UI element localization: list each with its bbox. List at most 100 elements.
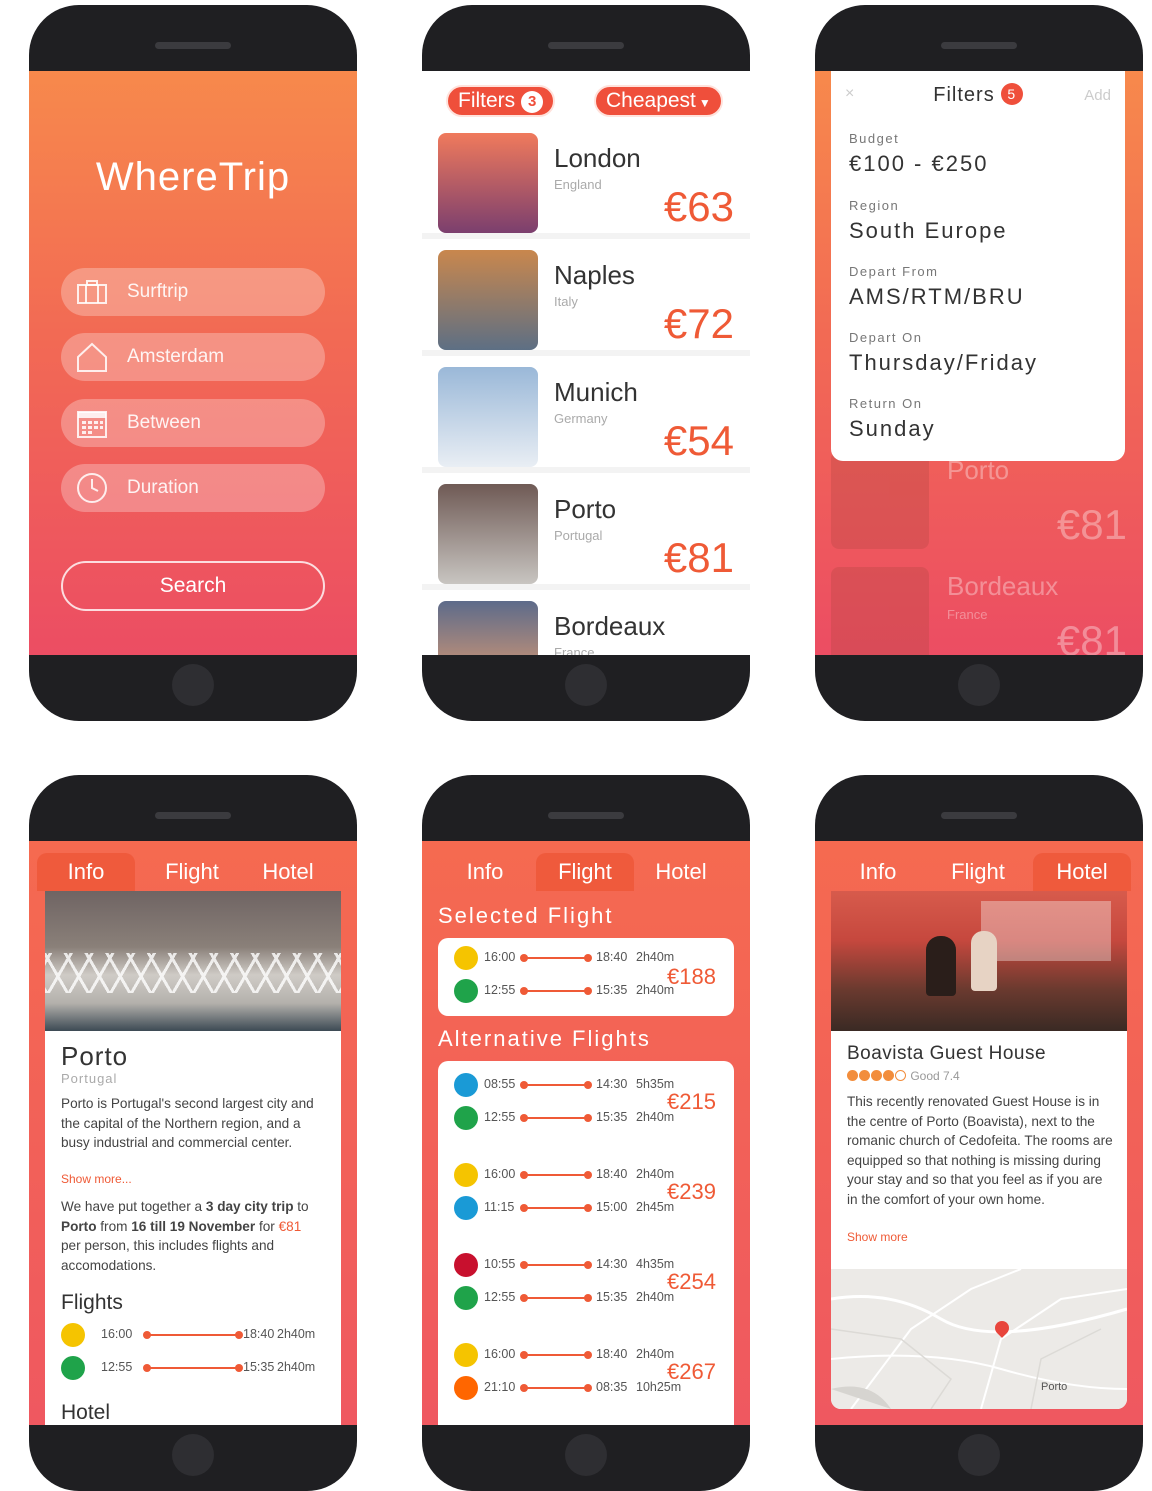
rating-dot: [847, 1070, 858, 1081]
tab-flight[interactable]: Flight: [929, 853, 1027, 891]
search-button[interactable]: Search: [61, 561, 325, 611]
flight-route-line: [520, 1204, 592, 1212]
flight-route-line: [520, 1171, 592, 1179]
departure-time: 08:55: [484, 1077, 516, 1091]
trip-type-value: Surftrip: [127, 281, 189, 302]
tab-info[interactable]: Info: [436, 853, 534, 891]
flight-route-line: [520, 987, 592, 995]
arrival-time: 15:00: [596, 1200, 628, 1214]
city-price: €72: [663, 300, 734, 347]
speaker: [155, 812, 231, 819]
hotel-screen: Info Flight Hotel Boavista Guest House G…: [815, 841, 1143, 1425]
city-country: Germany: [554, 411, 608, 426]
departure-time: 16:00: [484, 950, 516, 964]
trip-type-field[interactable]: Surftrip: [61, 268, 325, 316]
selected-flight-card[interactable]: €188 16:00 18:40 2h40m 12:55 15:35 2h40m: [438, 938, 734, 1016]
home-button[interactable]: [172, 664, 214, 706]
departure-time: 16:00: [484, 1347, 516, 1361]
city-price: €54: [663, 417, 734, 464]
departure-time: 12:55: [101, 1360, 133, 1374]
flight-route-line: [143, 1331, 243, 1339]
filter-value-budget[interactable]: €100 - €250: [849, 151, 988, 177]
flight-route-line: [520, 1081, 592, 1089]
flight-price: €239: [667, 1179, 716, 1204]
filters-label: Filters: [458, 89, 516, 112]
trip-summary: We have put together a 3 day city trip t…: [61, 1199, 309, 1273]
flight-route-line: [143, 1364, 243, 1372]
filters-panel: × Filters 5 Add Budget €100 - €250 Region…: [831, 71, 1125, 461]
filter-label-budget: Budget: [849, 131, 900, 146]
flight-route-line: [520, 1384, 592, 1392]
origin-value: Amsterdam: [127, 346, 225, 367]
tab-info[interactable]: Info: [37, 853, 135, 891]
flight-route-line: [520, 1294, 592, 1302]
home-button[interactable]: [565, 664, 607, 706]
info-card: Porto Portugal Porto is Portugal's secon…: [45, 891, 341, 1425]
filter-value-depart-from[interactable]: AMS/RTM/BRU: [849, 284, 1025, 310]
airline-logo-icon: [61, 1323, 85, 1347]
arrival-time: 15:35: [596, 983, 628, 997]
hotel-heading: Hotel: [61, 1401, 111, 1424]
city-country: France: [947, 607, 988, 622]
date-field[interactable]: Between: [61, 399, 325, 447]
show-more-link[interactable]: Show more: [847, 1230, 908, 1244]
alternative-flight-option[interactable]: 10:55 14:30 4h35m 12:55 15:35 2h40m €254: [438, 1245, 734, 1325]
alternative-flight-option[interactable]: 08:55 14:30 5h35m 12:55 15:35 2h40m €215: [438, 1065, 734, 1145]
duration-value: Duration: [127, 477, 199, 498]
tab-hotel[interactable]: Hotel: [1033, 853, 1131, 891]
show-more-link[interactable]: Show more...: [61, 1172, 132, 1186]
flight-price: €215: [667, 1089, 716, 1114]
home-button[interactable]: [958, 1434, 1000, 1476]
filter-value-region[interactable]: South Europe: [849, 218, 1008, 244]
home-button[interactable]: [958, 664, 1000, 706]
filter-value-depart-on[interactable]: Thursday/Friday: [849, 350, 1038, 376]
tab-hotel[interactable]: Hotel: [632, 853, 730, 891]
filter-value-return-on[interactable]: Sunday: [849, 416, 936, 442]
filters-screen: Porto €81 Bordeaux France €81 × Filters 5…: [815, 71, 1143, 655]
airline-logo-icon: [454, 1286, 478, 1310]
alternative-flight-option[interactable]: 16:00 18:40 2h40m 21:10 08:35 10h25m €267: [438, 1335, 734, 1415]
sort-dropdown[interactable]: Cheapest ▼: [594, 85, 723, 117]
flight-route-line: [520, 954, 592, 962]
city-row[interactable]: Naples Italy €72: [422, 244, 750, 356]
city-row[interactable]: Porto Portugal €81: [422, 478, 750, 590]
city-country: England: [554, 177, 602, 192]
date-value: Between: [127, 412, 201, 433]
speaker: [548, 42, 624, 49]
arrival-time: 15:35: [596, 1290, 628, 1304]
city-row[interactable]: London England €63: [422, 127, 750, 239]
city-row[interactable]: Munich Germany €54: [422, 361, 750, 473]
speaker: [941, 42, 1017, 49]
alternative-flights-card: 08:55 14:30 5h35m 12:55 15:35 2h40m €215 16:00 1…: [438, 1061, 734, 1425]
rating-dots: [847, 1069, 907, 1083]
filters-button[interactable]: Filters 3: [446, 85, 556, 117]
airline-logo-icon: [454, 1376, 478, 1400]
origin-field[interactable]: Amsterdam: [61, 333, 325, 381]
filters-title: Filters 5: [831, 83, 1125, 107]
tab-flight[interactable]: Flight: [143, 853, 241, 891]
home-screen: WhereTrip Surftrip Amsterdam Between Dur…: [29, 71, 357, 655]
results-screen: Filters 3 Cheapest ▼ London England €63 Naple…: [422, 71, 750, 655]
tab-info[interactable]: Info: [829, 853, 927, 891]
hotel-map[interactable]: Porto: [831, 1269, 1127, 1409]
city-row[interactable]: Bordeaux France: [422, 595, 750, 655]
airline-logo-icon: [454, 1196, 478, 1220]
tab-flight[interactable]: Flight: [536, 853, 634, 891]
home-button[interactable]: [172, 1434, 214, 1476]
arrival-time: 15:35: [596, 1110, 628, 1124]
city-name: Bordeaux: [947, 571, 1059, 601]
city-country: Portugal: [61, 1071, 118, 1086]
add-filter-button[interactable]: Add: [1084, 87, 1111, 104]
flight-duration: 2h40m: [277, 1327, 316, 1341]
tab-hotel[interactable]: Hotel: [239, 853, 337, 891]
tab-bar: Info Flight Hotel: [815, 841, 1143, 891]
city-thumbnail: [438, 484, 538, 584]
arrival-time: 18:40: [243, 1327, 275, 1341]
flight-leg: 16:00 18:40 2h40m: [454, 944, 724, 972]
filter-label-region: Region: [849, 198, 900, 213]
duration-field[interactable]: Duration: [61, 464, 325, 512]
alternative-flight-option[interactable]: 16:00 18:40 2h40m 11:15 15:00 2h45m €239: [438, 1155, 734, 1235]
city-thumbnail: [438, 250, 538, 350]
arrival-time: 14:30: [596, 1257, 628, 1271]
home-button[interactable]: [565, 1434, 607, 1476]
